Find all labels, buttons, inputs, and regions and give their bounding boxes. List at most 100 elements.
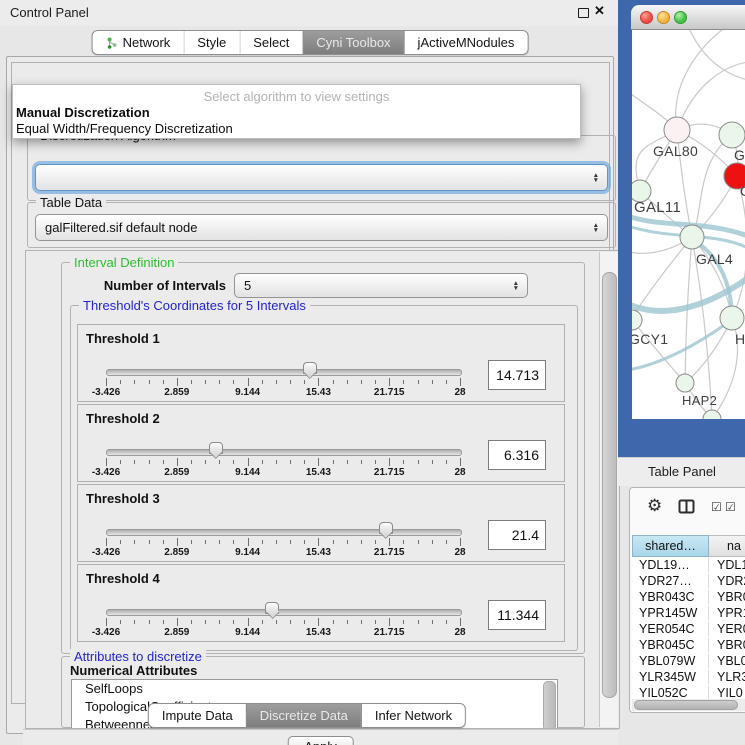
network-edge[interactable] <box>688 30 745 80</box>
network-node-node-top-right[interactable] <box>719 122 745 148</box>
slider-labels: -3.4262.8599.14415.4321.71528 <box>106 547 460 559</box>
tab-label: Infer Network <box>375 708 452 723</box>
list-scrollbar-thumb[interactable] <box>543 681 556 729</box>
slider-tick <box>347 460 348 464</box>
close-icon[interactable]: ✕ <box>594 3 605 19</box>
select-columns-icon[interactable]: ☑ <box>711 500 722 514</box>
gear-icon[interactable]: ⚙ <box>647 497 662 514</box>
node-label-node-top-right: GA <box>734 147 745 163</box>
network-node-hap2[interactable] <box>676 374 694 392</box>
attribute-item-selfloops[interactable]: SelfLoops <box>72 680 557 698</box>
network-window-title-bar[interactable] <box>631 5 745 30</box>
slider-tick <box>219 620 220 624</box>
table-header-row: shared…na <box>632 535 745 557</box>
slider-tick-label: 21.715 <box>374 467 405 478</box>
table-row[interactable]: YBR043CYBR0 <box>632 589 745 605</box>
vertical-scrollbar-thumb[interactable] <box>602 272 617 698</box>
slider-track[interactable] <box>106 529 462 536</box>
algorithm-combobox[interactable]: ▲▼ <box>35 164 608 191</box>
threshold-slider[interactable]: -3.4262.8599.14415.4321.71528 <box>106 523 460 557</box>
tab-jactivemnodules[interactable]: jActiveMNodules <box>404 31 528 54</box>
interval-definition-group: Interval Definition Number of Intervals … <box>61 262 585 654</box>
tab-select[interactable]: Select <box>239 31 302 54</box>
threshold-value-field[interactable]: 14.713 <box>488 360 546 390</box>
network-node-gal80[interactable] <box>664 117 690 143</box>
threshold-slider[interactable]: -3.4262.8599.14415.4321.71528 <box>106 443 460 477</box>
slider-tick <box>460 458 461 466</box>
cyni-toolbox-panel: Discretization Algorithm ▲▼ Table Data g… <box>6 56 614 734</box>
slider-track[interactable] <box>106 449 462 456</box>
threshold-slider[interactable]: -3.4262.8599.14415.4321.71528 <box>106 363 460 397</box>
window-minimize-icon[interactable] <box>657 11 670 24</box>
tab-label: Discretize Data <box>260 708 348 723</box>
slider-tick-label: -3.426 <box>92 627 120 638</box>
algorithm-dropdown-popup: Select algorithm to view settings Manual… <box>12 84 581 139</box>
slider-tick <box>333 460 334 464</box>
float-window-icon[interactable] <box>578 8 589 18</box>
slider-tick <box>177 618 178 626</box>
combo-stepper-icon[interactable]: ▲▼ <box>513 281 519 291</box>
slider-tick <box>134 460 135 464</box>
slider-tick <box>233 620 234 624</box>
table-row[interactable]: YDL19…YDL1 <box>632 557 745 573</box>
number-of-intervals-combobox[interactable]: 5 ▲▼ <box>234 273 528 298</box>
tab-infer-network[interactable]: Infer Network <box>361 704 465 727</box>
combo-stepper-icon[interactable]: ▲▼ <box>593 173 599 183</box>
apply-button[interactable]: Apply <box>287 736 354 745</box>
slider-tick <box>233 380 234 384</box>
select-all-columns-icon[interactable]: ☑ <box>725 500 736 514</box>
column-header-1[interactable]: shared… <box>632 535 709 557</box>
popup-item-equal-width-frequency-discretization[interactable]: Equal Width/Frequency Discretization <box>16 121 233 136</box>
interval-definition-group-title: Interval Definition <box>70 255 178 270</box>
table-row[interactable]: YBR045CYBR0 <box>632 637 745 653</box>
cell-shared-name: YLR345W <box>632 670 709 684</box>
slider-tick <box>134 540 135 544</box>
network-view-canvas[interactable]: GAL80GACGAL11GAL4GCY1HHAP2 <box>632 30 745 419</box>
vertical-scrollbar[interactable] <box>599 252 618 727</box>
tab-impute-data[interactable]: Impute Data <box>149 704 246 727</box>
table-hscrollbar-thumb[interactable] <box>634 700 738 710</box>
slider-tick <box>205 620 206 624</box>
table-row[interactable]: YER054CYER0 <box>632 621 745 637</box>
table-row[interactable]: YDR27…YDR2 <box>632 573 745 589</box>
window-zoom-icon[interactable] <box>674 11 687 24</box>
threshold-coordinates-group: Threshold's Coordinates for 5 Intervals … <box>70 305 578 651</box>
slider-tick <box>304 540 305 544</box>
cell-name: YBR0 <box>709 590 745 604</box>
table-data-combobox[interactable]: galFiltered.sif default node ▲▼ <box>35 214 608 241</box>
tab-cyni-toolbox[interactable]: Cyni Toolbox <box>302 31 403 54</box>
threshold-value-field[interactable]: 6.316 <box>488 440 546 470</box>
slider-track[interactable] <box>106 369 462 376</box>
tab-discretize-data[interactable]: Discretize Data <box>246 704 361 727</box>
column-header-2[interactable]: na <box>709 535 745 557</box>
slider-tick <box>446 460 447 464</box>
table-toolbar: ⚙ ☑ ☑ <box>630 488 745 534</box>
threshold-value-field[interactable]: 21.4 <box>488 520 546 550</box>
tab-style[interactable]: Style <box>183 31 239 54</box>
threshold-value-field[interactable]: 11.344 <box>488 600 546 630</box>
slider-tick <box>233 540 234 544</box>
slider-tick <box>205 380 206 384</box>
combo-stepper-icon[interactable]: ▲▼ <box>593 223 599 233</box>
network-node-gal4[interactable] <box>680 225 704 249</box>
network-node-node-h[interactable] <box>720 306 744 330</box>
tab-label: Impute Data <box>162 708 233 723</box>
tab-network[interactable]: Network <box>93 31 184 54</box>
table-row[interactable]: YIL052CYIL0 <box>632 685 745 699</box>
network-edge[interactable] <box>632 320 685 383</box>
slider-tick <box>432 540 433 544</box>
threshold-slider[interactable]: -3.4262.8599.14415.4321.71528 <box>106 603 460 637</box>
slider-track[interactable] <box>106 609 462 616</box>
network-node-gcy1[interactable] <box>632 310 642 330</box>
slider-tick <box>191 540 192 544</box>
table-row[interactable]: YPR145WYPR1 <box>632 605 745 621</box>
table-horizontal-scrollbar[interactable] <box>632 699 745 711</box>
slider-tick-label: 21.715 <box>374 627 405 638</box>
table-row[interactable]: YBL079WYBL0 <box>632 653 745 669</box>
popup-item-manual-discretization[interactable]: Manual Discretization <box>16 105 150 120</box>
split-columns-icon[interactable] <box>678 499 695 519</box>
table-row[interactable]: YLR345WYLR3 <box>632 669 745 685</box>
threshold-box-3: Threshold 3-3.4262.8599.14415.4321.71528… <box>77 484 565 562</box>
window-close-icon[interactable] <box>640 11 653 24</box>
slider-tick-label: 9.144 <box>235 547 260 558</box>
